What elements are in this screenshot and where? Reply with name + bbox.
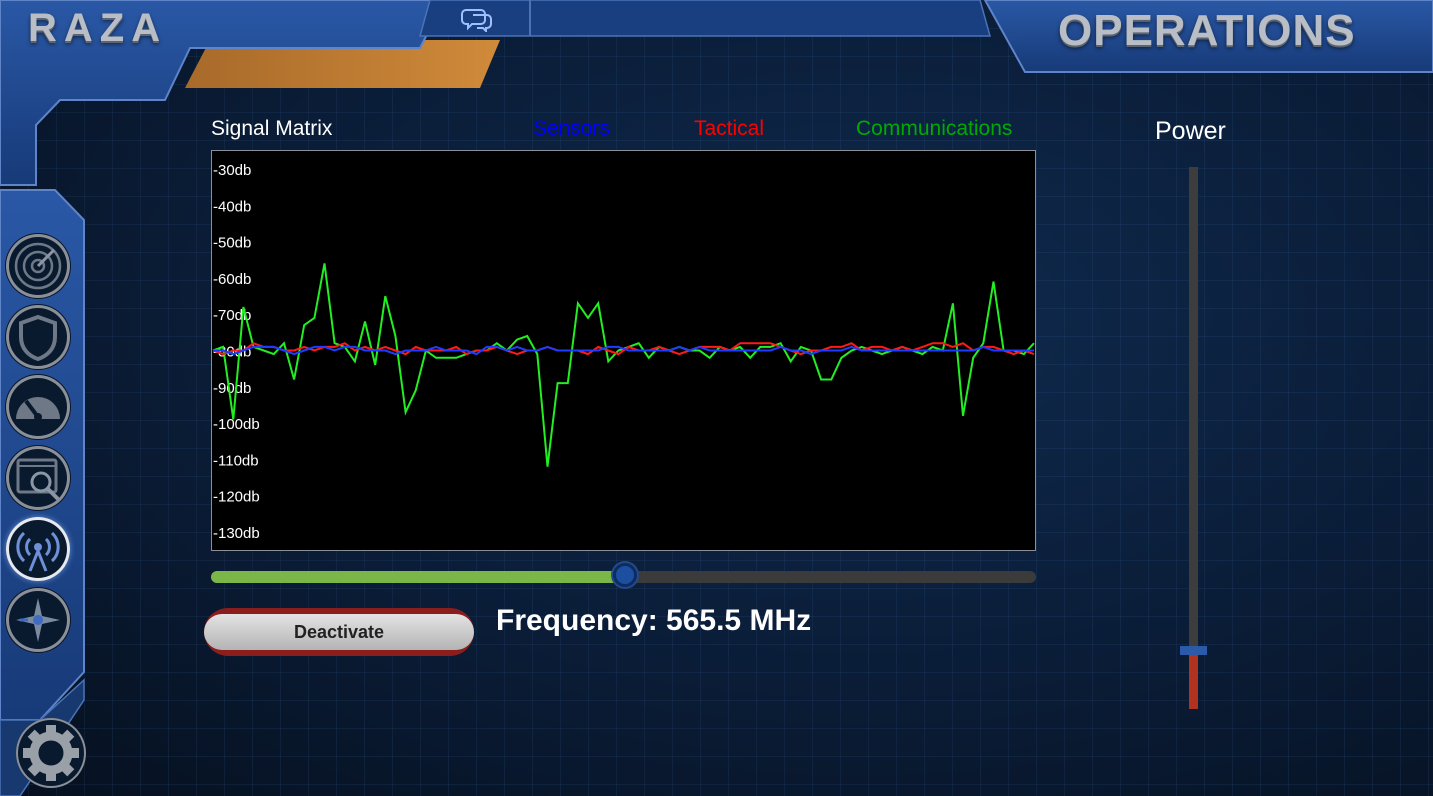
series-line-communications	[212, 263, 1035, 467]
y-tick-label: -130db	[213, 525, 260, 542]
settings-button[interactable]	[16, 718, 86, 788]
shield-icon	[19, 314, 57, 362]
deactivate-button[interactable]: Deactivate	[204, 614, 474, 650]
frequency-slider-thumb[interactable]	[613, 563, 638, 587]
page-title: OPERATIONS	[1058, 6, 1356, 55]
radar-icon	[14, 242, 62, 290]
signal-chart-svg: -30db-40db-50db-60db-70db-80db-90db-100d…	[212, 162, 1035, 542]
power-level-fill	[1189, 654, 1198, 709]
power-slider[interactable]	[1180, 167, 1207, 709]
compass-star-icon	[16, 598, 60, 642]
brand-logo: RAZA	[28, 6, 168, 50]
sidebar-item-radar[interactable]	[6, 234, 70, 298]
sidebar-item-shield[interactable]	[6, 305, 70, 369]
sidebar-item-navigation[interactable]	[6, 588, 70, 652]
chart-title: Signal Matrix	[211, 117, 333, 140]
y-tick-label: -40db	[213, 198, 251, 215]
gear-icon	[23, 725, 79, 781]
frequency-slider-fill	[211, 571, 626, 583]
deactivate-button-frame: Deactivate	[204, 608, 474, 656]
gauge-icon	[16, 397, 60, 421]
legend-tactical: Tactical	[694, 117, 765, 140]
power-label: Power	[1155, 117, 1226, 145]
chat-bubbles-icon	[461, 9, 492, 34]
y-tick-label: -30db	[213, 162, 251, 179]
screen-search-icon	[16, 458, 60, 501]
y-tick-label: -60db	[213, 271, 251, 288]
y-tick-label: -110db	[213, 452, 259, 469]
chat-button[interactable]	[460, 4, 496, 34]
y-tick-label: -90db	[213, 380, 251, 397]
frequency-readout: Frequency: 565.5 MHz	[496, 604, 812, 637]
sidebar-item-gauge[interactable]	[6, 375, 70, 439]
antenna-signal-icon	[16, 531, 60, 572]
y-tick-label: -50db	[213, 235, 251, 252]
signal-chart: -30db -40db -50db -60db -70db -80db -90db -100d…	[211, 150, 1036, 551]
y-tick-label: -120db	[213, 489, 260, 506]
legend-sensors: Sensors	[533, 117, 611, 140]
sidebar-item-signal[interactable]	[6, 517, 70, 581]
power-slider-handle[interactable]	[1180, 645, 1207, 655]
legend-communications: Communications	[856, 117, 1013, 140]
sidebar-item-scanner[interactable]	[6, 446, 70, 510]
y-tick-label: -100db	[213, 416, 260, 433]
frequency-slider[interactable]	[211, 563, 1036, 587]
